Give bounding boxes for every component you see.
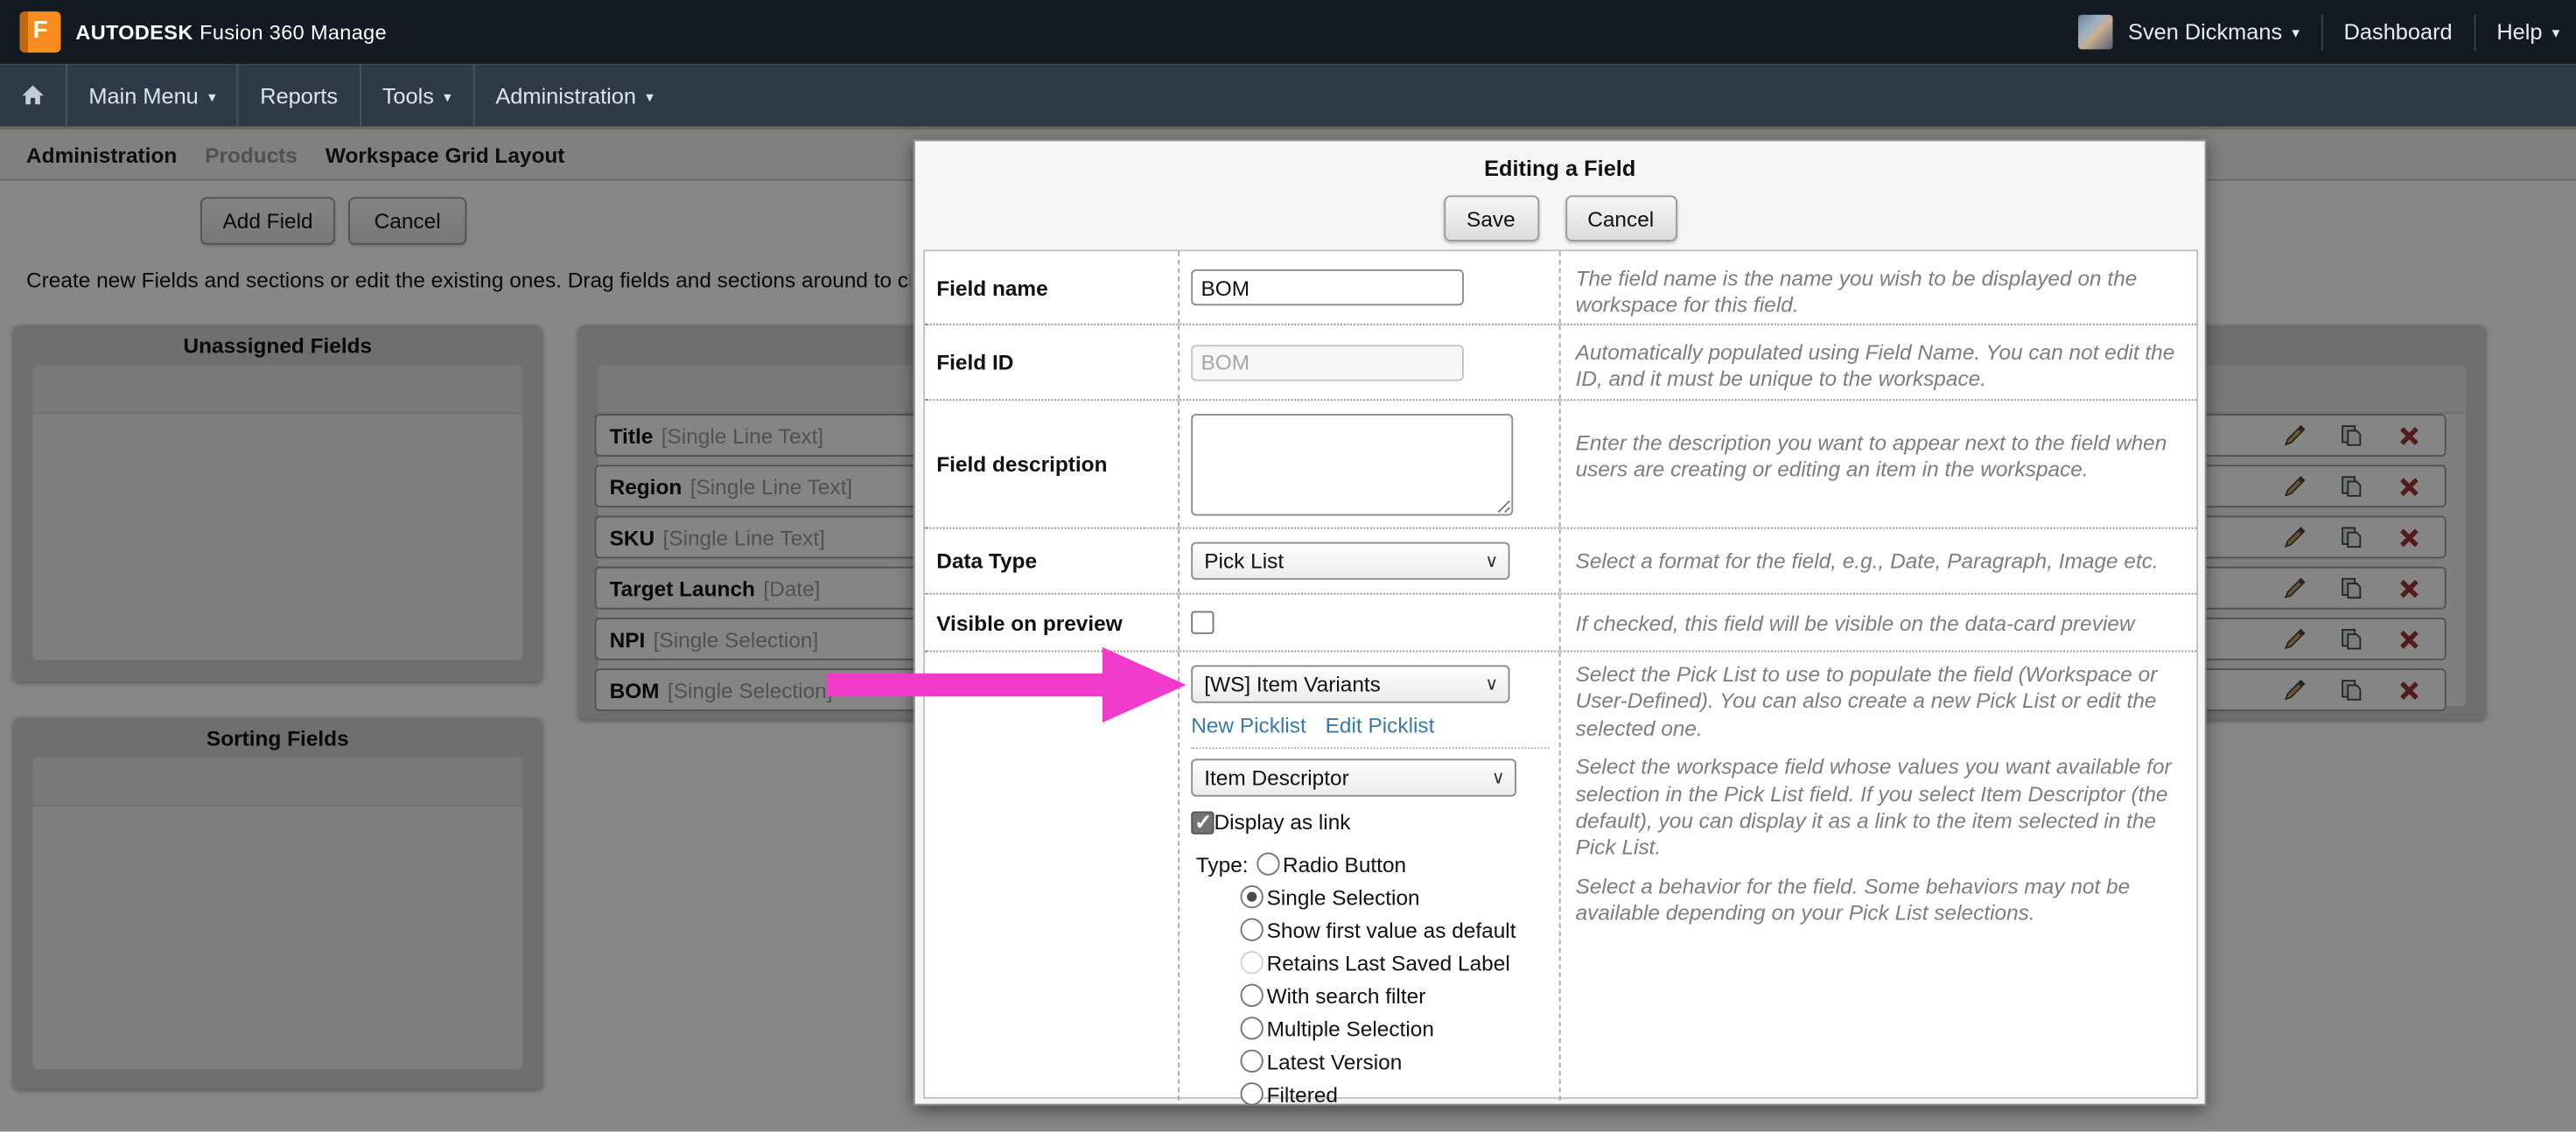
chevron-down-icon: ▾ <box>208 87 216 106</box>
data-type-help: Select a format for the field, e.g., Dat… <box>1561 529 2197 593</box>
top-bar: AUTODESK Fusion 360 Manage Sven Dickmans … <box>0 0 2576 64</box>
data-type-label: Data Type <box>925 529 1180 593</box>
save-button[interactable]: Save <box>1443 195 1538 241</box>
home-button[interactable] <box>0 64 66 126</box>
type-options-group: Type: Radio Button Single Selection Show… <box>1191 848 1559 1110</box>
user-avatar[interactable] <box>2079 15 2113 49</box>
brand-product: Fusion 360 Manage <box>200 20 387 43</box>
radio-radio-button[interactable] <box>1256 852 1279 875</box>
brand-autodesk: AUTODESK <box>75 20 192 43</box>
nav-tools[interactable]: Tools ▾ <box>360 64 472 126</box>
field-name-label: Field name <box>925 251 1180 324</box>
workspace-field-select[interactable]: Item Descriptor ∨ <box>1191 758 1516 796</box>
new-picklist-link[interactable]: New Picklist <box>1191 713 1306 737</box>
radio-retains-last-saved-label <box>1241 951 1264 974</box>
type-label: Type: <box>1196 852 1249 877</box>
visible-on-preview-label: Visible on preview <box>925 595 1180 651</box>
help-menu[interactable]: Help ▾ <box>2496 20 2559 45</box>
field-description-label: Field description <box>925 401 1180 528</box>
data-type-select[interactable]: Pick List ∨ <box>1191 542 1509 580</box>
fusion-360-logo-icon <box>20 11 61 52</box>
dashboard-link[interactable]: Dashboard <box>2344 20 2453 45</box>
radio-multiple-selection[interactable] <box>1241 1017 1264 1039</box>
divider <box>2474 14 2475 50</box>
nav-main-menu[interactable]: Main Menu ▾ <box>67 64 237 126</box>
user-name: Sven Dickmans <box>2128 20 2282 45</box>
field-name-row: Field name The field name is the name yo… <box>925 251 2196 325</box>
field-name-input[interactable] <box>1191 269 1464 305</box>
workspace-field-help: Select the workspace field whose values … <box>1576 754 2180 862</box>
chevron-down-icon: ▾ <box>2292 24 2300 43</box>
chevron-down-icon: ▾ <box>2552 24 2560 43</box>
field-id-row: Field ID Automatically populated using F… <box>925 325 2196 401</box>
radio-latest-version[interactable] <box>1241 1050 1264 1073</box>
divider <box>2320 14 2322 50</box>
chevron-down-icon: ▾ <box>444 87 452 106</box>
picklist-select[interactable]: [WS] Item Variants ∨ <box>1191 665 1509 702</box>
cancel-button[interactable]: Cancel <box>1564 195 1676 241</box>
radio-single-selection[interactable] <box>1241 885 1264 908</box>
type-help: Select a behavior for the field. Some be… <box>1576 874 2180 928</box>
divider <box>1191 747 1549 749</box>
field-name-help: The field name is the name you wish to b… <box>1561 251 2197 324</box>
chevron-down-icon: ∨ <box>1485 550 1498 571</box>
display-as-link-checkbox[interactable] <box>1191 811 1214 834</box>
field-id-label: Field ID <box>925 325 1180 399</box>
nav-administration[interactable]: Administration ▾ <box>474 64 675 126</box>
field-id-input <box>1191 344 1464 380</box>
field-id-help: Automatically populated using Field Name… <box>1561 325 2197 399</box>
main-nav: Main Menu ▾ Reports Tools ▾ Administrati… <box>0 64 2576 126</box>
chevron-down-icon: ∨ <box>1492 767 1505 788</box>
app-window: AUTODESK Fusion 360 Manage Sven Dickmans … <box>0 0 2576 1132</box>
edit-picklist-link[interactable]: Edit Picklist <box>1326 713 1435 737</box>
modal-title: Editing a Field <box>915 156 2205 180</box>
field-description-textarea[interactable] <box>1191 413 1513 514</box>
brand-title: AUTODESK Fusion 360 Manage <box>75 20 387 43</box>
field-description-row: Field description Enter the description … <box>925 401 2196 528</box>
picklist-help: Select the Pick List to use to populate … <box>1576 662 2180 743</box>
radio-show-first-value[interactable] <box>1241 919 1264 941</box>
editing-field-modal: Editing a Field Save Cancel Field name T… <box>914 140 2207 1106</box>
user-menu[interactable]: Sven Dickmans ▾ <box>2128 20 2300 45</box>
radio-filtered[interactable] <box>1241 1082 1264 1105</box>
visible-on-preview-row: Visible on preview If checked, this fiel… <box>925 595 2196 653</box>
display-as-link-label: Display as link <box>1214 810 1351 835</box>
visible-on-preview-checkbox[interactable] <box>1191 611 1214 633</box>
field-description-help: Enter the description you want to appear… <box>1561 401 2197 528</box>
data-type-row: Data Type Pick List ∨ Select a format fo… <box>925 529 2196 595</box>
chevron-down-icon: ▾ <box>646 87 654 106</box>
home-icon <box>20 82 46 108</box>
chevron-down-icon: ∨ <box>1485 674 1498 695</box>
annotation-arrow <box>826 646 1191 724</box>
radio-with-search-filter[interactable] <box>1241 984 1264 1007</box>
nav-reports[interactable]: Reports <box>239 64 360 126</box>
visible-on-preview-help: If checked, this field will be visible o… <box>1561 595 2197 651</box>
